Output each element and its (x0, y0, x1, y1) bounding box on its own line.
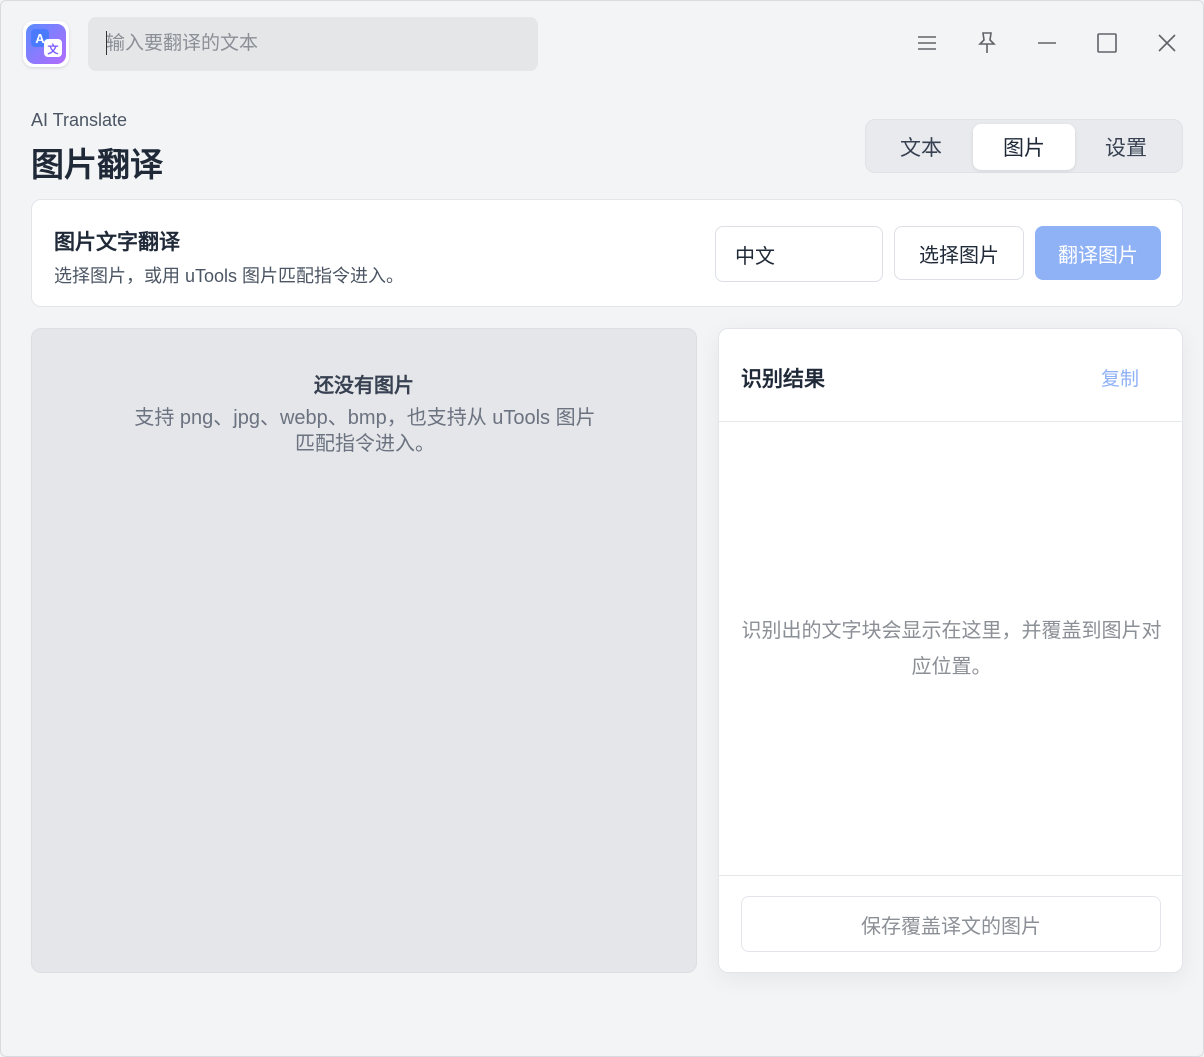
translate-image-button[interactable]: 翻译图片 (1035, 226, 1161, 280)
empty-state-description: 支持 png、jpg、webp、bmp，也支持从 uTools 图片匹配指令进入… (134, 407, 596, 455)
minimize-icon[interactable] (1027, 23, 1067, 63)
image-drop-area[interactable]: 还没有图片 支持 png、jpg、webp、bmp，也支持从 uTools 图片… (31, 328, 697, 973)
result-footer: 保存覆盖译文的图片 (719, 875, 1182, 973)
page-title: 图片翻译 (31, 146, 163, 183)
mode-tabs: 文本 图片 设置 (865, 119, 1183, 173)
copy-button[interactable]: 复制 (1101, 364, 1139, 391)
result-title: 识别结果 (741, 368, 825, 391)
save-overlay-image-button[interactable]: 保存覆盖译文的图片 (741, 896, 1161, 952)
app-name: AI Translate (31, 110, 128, 130)
maximize-icon[interactable] (1087, 23, 1127, 63)
choose-image-button[interactable]: 选择图片 (894, 226, 1024, 280)
toolbar-title: 图片文字翻译 (54, 231, 180, 254)
svg-text:A: A (35, 31, 45, 46)
toolbar-description: 选择图片，或用 uTools 图片匹配指令进入。 (54, 266, 405, 286)
target-language-select[interactable]: 中文 (715, 226, 883, 282)
title-bar: A 文 (1, 1, 1203, 87)
tab-text[interactable]: 文本 (870, 124, 972, 170)
result-header: 识别结果 复制 (719, 329, 1182, 422)
translate-app-icon: A 文 (23, 21, 69, 67)
recognition-result-panel: 识别结果 复制 识别出的文字块会显示在这里，并覆盖到图片对应位置。 保存覆盖译文… (718, 328, 1183, 973)
menu-icon[interactable] (907, 23, 947, 63)
search-input[interactable] (88, 17, 538, 71)
text-caret (106, 31, 107, 55)
tab-settings[interactable]: 设置 (1075, 124, 1177, 170)
search-box[interactable] (88, 17, 538, 71)
pin-icon[interactable] (967, 23, 1007, 63)
empty-state-title: 还没有图片 (314, 375, 414, 397)
tab-image[interactable]: 图片 (973, 124, 1075, 170)
app-window: A 文 AI Translate 图片翻译 文本 图片 设置 (0, 0, 1204, 1057)
close-icon[interactable] (1147, 23, 1187, 63)
image-translate-toolbar: 图片文字翻译 选择图片，或用 uTools 图片匹配指令进入。 中文 选择图片 … (31, 199, 1183, 307)
result-placeholder: 识别出的文字块会显示在这里，并覆盖到图片对应位置。 (741, 620, 1162, 678)
svg-text:文: 文 (48, 42, 60, 56)
